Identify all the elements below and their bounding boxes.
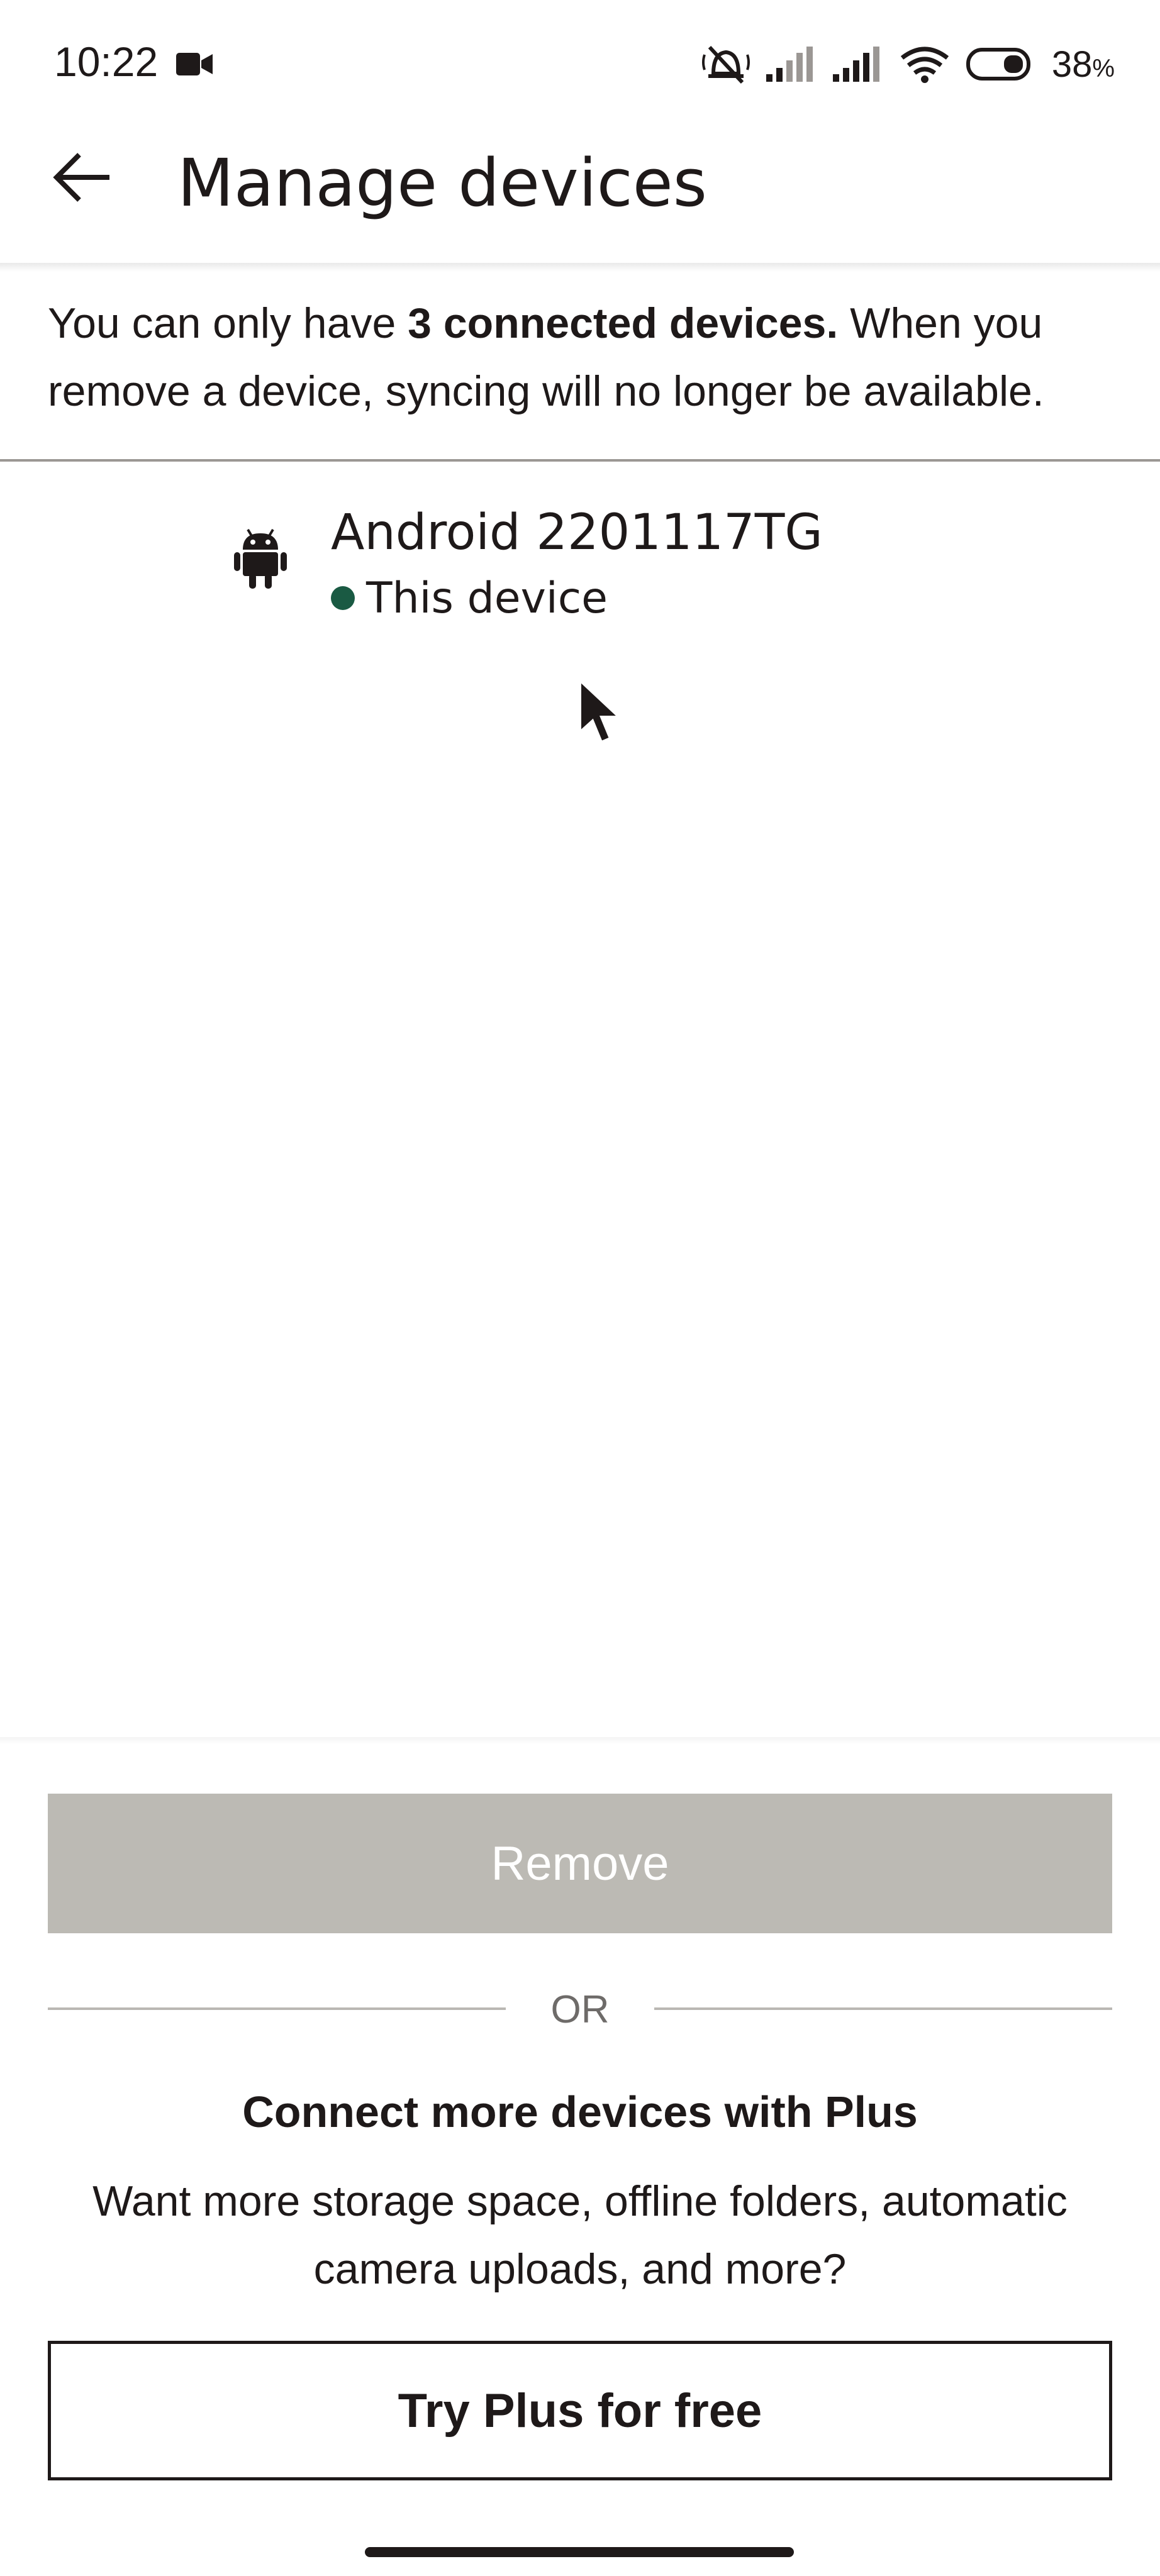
mute-icon — [701, 45, 750, 84]
battery-icon — [966, 48, 1030, 80]
upsell-title: Connect more devices with Plus — [242, 2087, 918, 2136]
video-camera-icon — [176, 53, 213, 75]
android-icon — [234, 528, 287, 589]
home-indicator[interactable] — [365, 2547, 794, 2557]
signal-icon — [766, 47, 813, 82]
device-status: This device — [366, 574, 608, 623]
arrow-left-icon — [53, 153, 109, 202]
battery-value: 38 — [1051, 43, 1093, 85]
info-device-count: 3 connected devices. — [408, 299, 839, 347]
back-button[interactable] — [44, 140, 120, 215]
device-limit-info: You can only have 3 connected devices. W… — [48, 289, 1117, 425]
battery-unit: % — [1092, 54, 1115, 82]
appbar-divider — [0, 263, 1160, 272]
try-plus-button[interactable]: Try Plus for free — [48, 2341, 1112, 2480]
or-divider-left — [48, 2007, 506, 2010]
bottom-divider — [0, 1737, 1160, 1745]
device-name: Android 2201117TG — [331, 504, 823, 561]
mouse-cursor-icon — [579, 679, 623, 744]
status-dot — [331, 586, 355, 610]
page-title: Manage devices — [177, 145, 707, 221]
info-prefix: You can only have — [48, 299, 408, 347]
remove-button[interactable]: Remove — [48, 1794, 1112, 1933]
section-divider — [0, 459, 1160, 462]
or-divider-right — [654, 2007, 1112, 2010]
signal-icon — [832, 47, 879, 82]
status-time: 10:22 — [54, 38, 159, 85]
upsell-description: Want more storage space, offline folders… — [92, 2177, 1068, 2293]
or-separator: OR — [550, 1988, 610, 2031]
battery-percent: 38% — [1052, 43, 1115, 86]
status-icons: 38% — [701, 33, 1115, 96]
wifi-icon — [900, 47, 949, 83]
